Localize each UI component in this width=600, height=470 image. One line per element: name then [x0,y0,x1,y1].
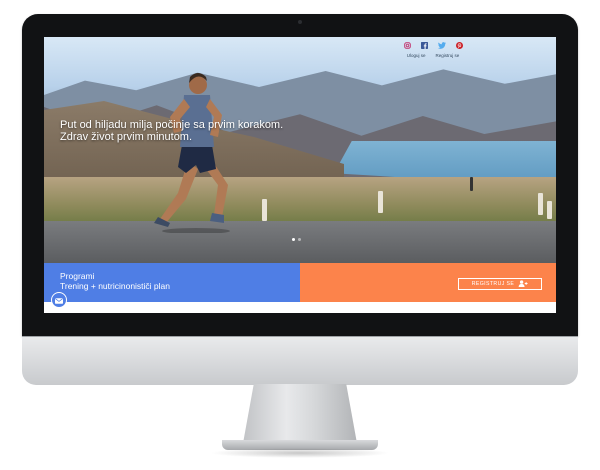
monitor-stand [242,384,358,444]
twitter-icon[interactable] [437,37,446,54]
slider-dot[interactable] [298,238,301,241]
register-link[interactable]: Registruj se [436,53,460,58]
hero-tagline-line1: Put od hiljadu milja počinje sa prvim ko… [60,119,284,131]
road-post [378,191,383,213]
sign-post [470,177,473,191]
pinterest-icon[interactable] [455,37,463,54]
road [44,221,556,263]
register-panel: REGISTRUJ SE [300,263,556,302]
top-nav: Uloguj se Registruj se [388,40,478,58]
programs-title: Programi [60,271,95,281]
page-footer-strip [44,302,556,313]
screen: Put od hiljadu milja počinje sa prvim ko… [44,37,556,313]
register-button[interactable]: REGISTRUJ SE [458,278,542,290]
programs-subtitle: Trening + nutricinonističi plan [60,281,171,291]
register-button-label: REGISTRUJ SE [471,281,515,287]
monitor-chin [22,336,578,385]
desert-ground [44,177,556,225]
hero-tagline: Put od hiljadu milja počinje sa prvim ko… [60,119,360,143]
login-link[interactable]: Uloguj se [407,53,426,58]
envelope-icon [55,291,63,309]
instagram-icon[interactable] [403,37,411,54]
hero-tagline-line2: Zdrav život prvim minutom. [60,131,193,143]
social-links [388,40,478,50]
hero-banner: Put od hiljadu milja počinje sa prvim ko… [44,37,556,263]
facebook-icon[interactable] [420,37,428,54]
camera-dot [298,20,302,24]
road-post [538,193,543,215]
chat-button[interactable] [51,292,67,308]
user-add-icon [518,279,528,289]
slider-dot[interactable] [292,238,295,241]
slider-dots [292,238,301,241]
stand-shadow [210,448,390,458]
road-post [547,201,552,219]
runner-image [154,73,230,233]
auth-links: Uloguj se Registruj se [388,53,478,58]
road-post [262,199,267,221]
programs-panel[interactable]: Programi Trening + nutricinonističi plan [44,263,300,302]
